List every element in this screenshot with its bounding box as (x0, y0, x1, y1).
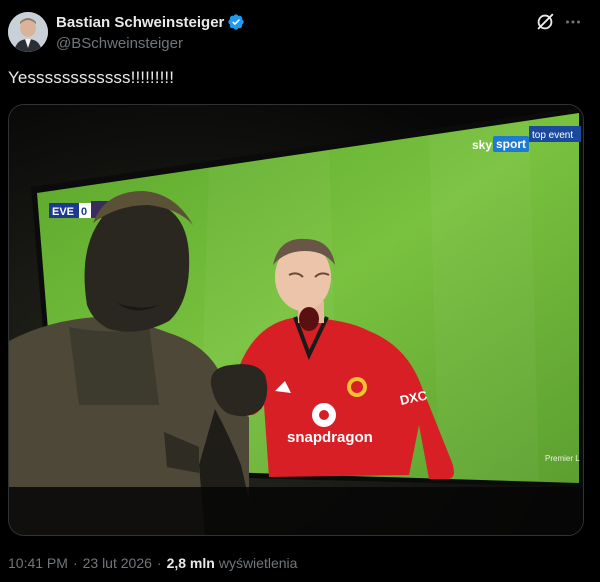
tweet-date[interactable]: 23 lut 2026 (83, 555, 152, 571)
svg-text:top event: top event (532, 130, 573, 141)
svg-text:EVE: EVE (52, 206, 74, 218)
views-label: wyświetlenia (218, 555, 298, 571)
author-display-name[interactable]: Bastian Schweinsteiger (56, 14, 224, 31)
meta-separator: · (72, 555, 78, 571)
tweet-time[interactable]: 10:41 PM (8, 555, 68, 571)
tweet-text: Yessssssssssss!!!!!!!!! (8, 68, 175, 87)
author-avatar[interactable] (8, 12, 48, 52)
more-options-icon[interactable] (562, 11, 584, 33)
league-watermark: Premier L (545, 454, 580, 463)
views-count[interactable]: 2,8 mln (167, 555, 215, 571)
jersey-sponsor: snapdragon (287, 429, 373, 446)
svg-text:sky: sky (472, 138, 492, 152)
svg-text:sport: sport (496, 137, 526, 151)
author-handle[interactable]: @BSchweinsteiger (56, 35, 183, 52)
verified-badge-icon[interactable] (227, 13, 245, 31)
svg-text:0: 0 (81, 206, 87, 218)
tweet-media-photo[interactable]: sky sport top event EVE 0 snapdragon DXC… (8, 104, 584, 536)
meta-separator: · (156, 555, 162, 571)
grok-icon[interactable] (534, 11, 556, 33)
tweet: Bastian Schweinsteiger @BSchweinsteiger … (0, 0, 600, 582)
tweet-meta: 10:41 PM · 23 lut 2026 · 2,8 mln wyświet… (8, 555, 297, 571)
